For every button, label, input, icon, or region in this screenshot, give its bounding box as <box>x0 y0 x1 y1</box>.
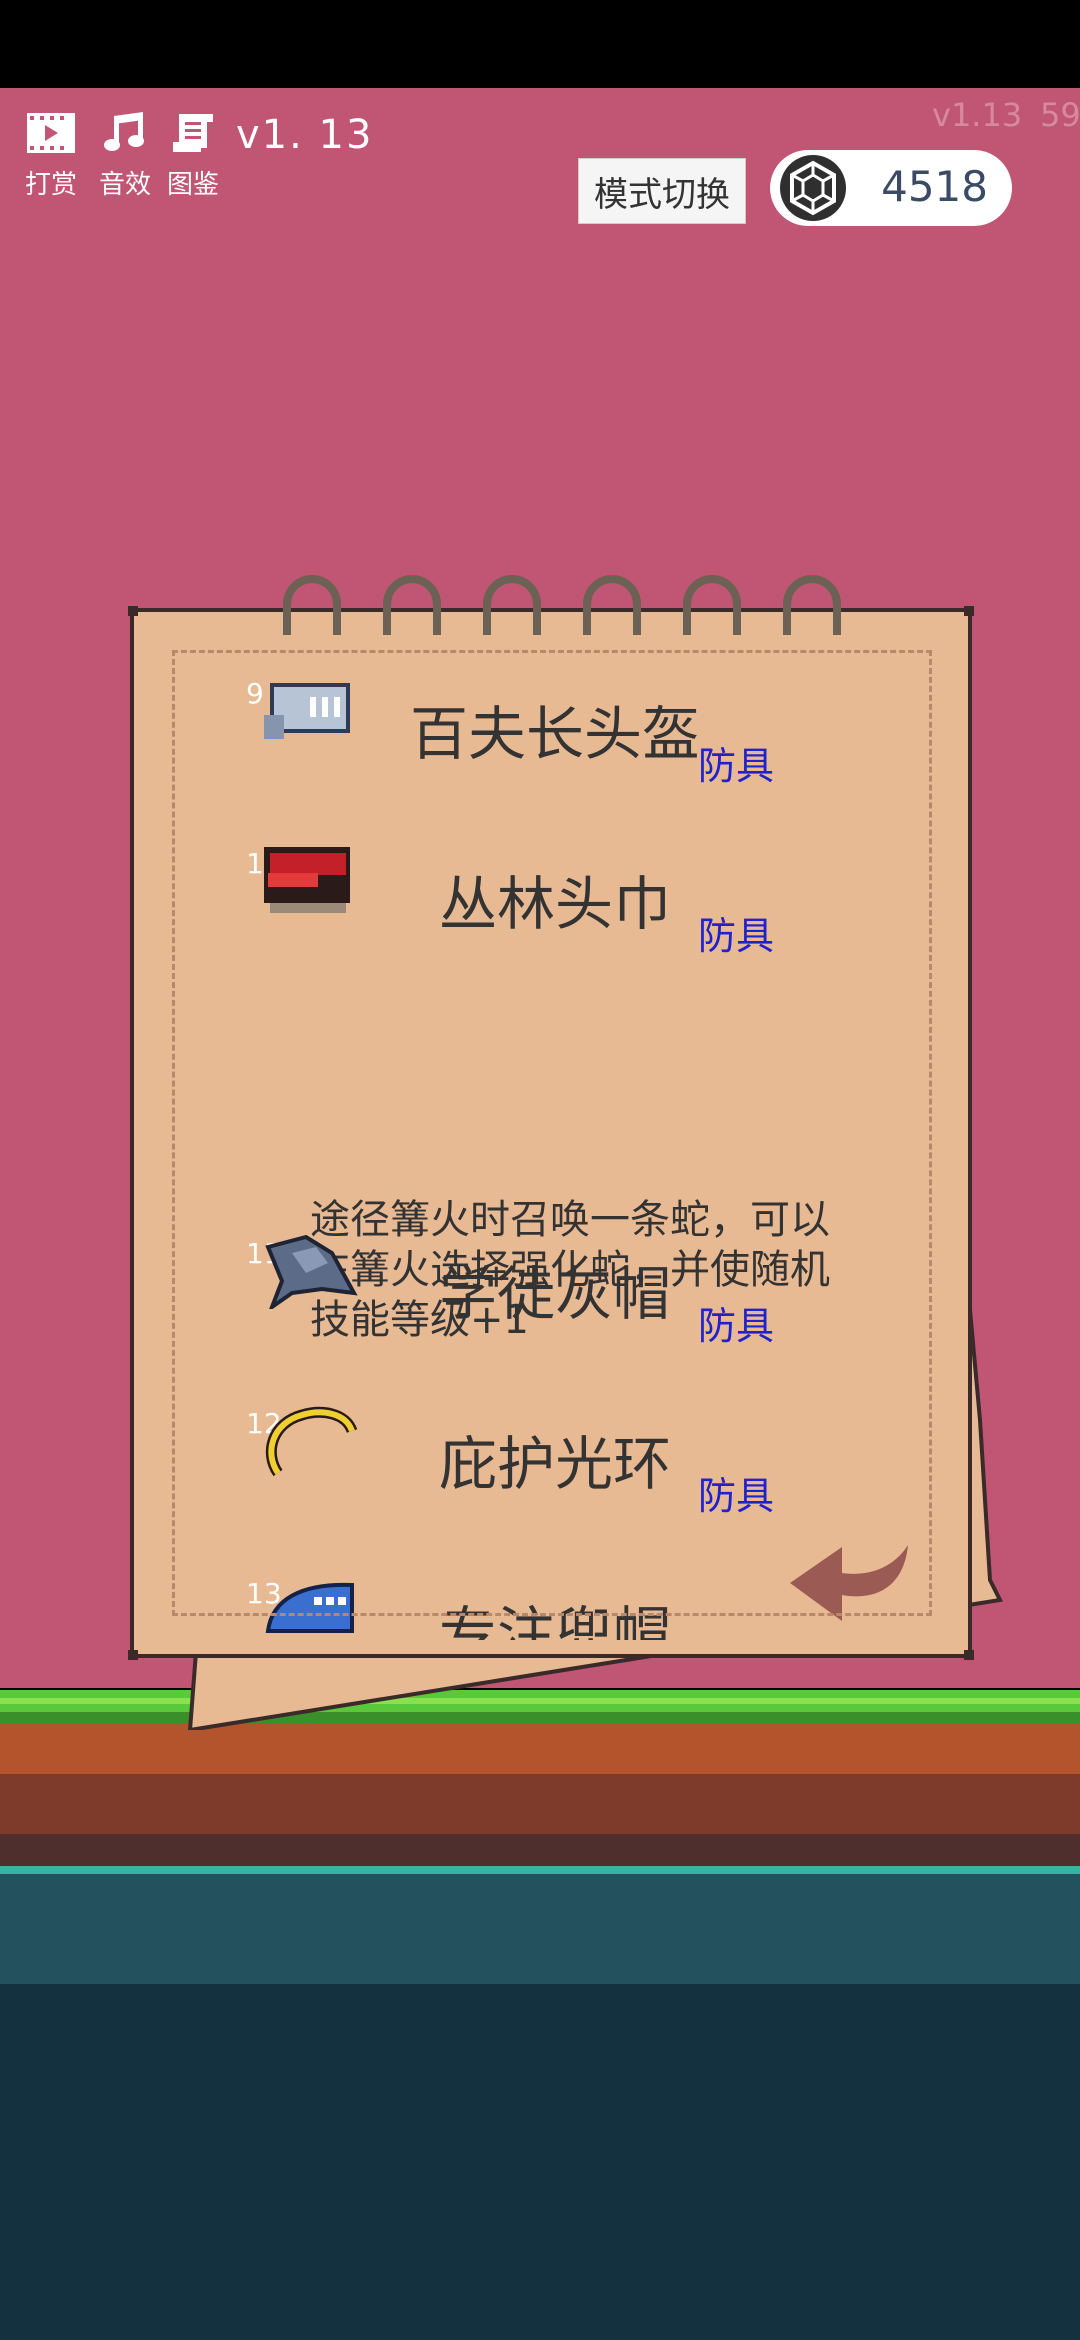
sound-label: 音效 <box>98 170 151 200</box>
catalog-button[interactable]: 图鉴 <box>164 112 222 201</box>
scroll-ring <box>483 575 541 635</box>
scroll-border <box>172 650 932 1616</box>
reward-label: 打赏 <box>24 170 77 200</box>
scroll-ring <box>283 575 341 635</box>
version-corner-label: v1.13 <box>932 96 1023 134</box>
music-note-icon <box>104 112 144 151</box>
gem-icon <box>780 155 846 221</box>
gem-count: 4518 <box>881 162 988 211</box>
scroll-ring <box>383 575 441 635</box>
gem-counter: 4518 <box>770 150 1012 226</box>
catalog-label: 图鉴 <box>166 170 219 200</box>
version-label: v1. 13 <box>236 112 374 158</box>
status-bar <box>0 0 1080 88</box>
ground-scenery <box>0 1690 1080 2340</box>
reward-button[interactable]: 打赏 <box>22 112 80 201</box>
scroll-ring <box>583 575 641 635</box>
scroll-book-icon <box>173 114 213 152</box>
mode-switch-button[interactable]: 模式切换 <box>578 158 746 224</box>
fps-counter: 59 <box>1040 96 1080 134</box>
scroll-ring <box>683 575 741 635</box>
scroll-ring <box>783 575 841 635</box>
video-icon <box>27 113 75 153</box>
sound-button[interactable]: 音效 <box>96 112 154 201</box>
